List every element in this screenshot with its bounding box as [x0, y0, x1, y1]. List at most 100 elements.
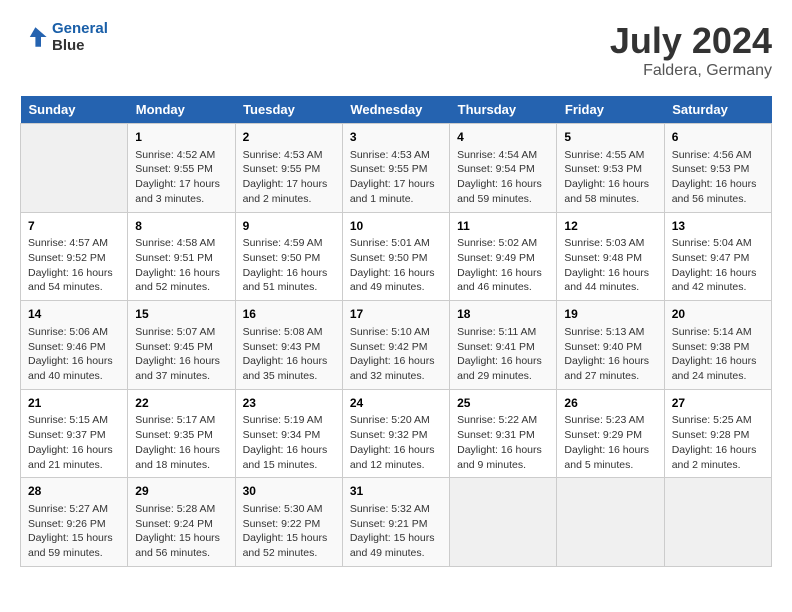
- day-info: Sunrise: 4:56 AM: [672, 148, 764, 163]
- day-info: Sunrise: 5:04 AM: [672, 236, 764, 251]
- day-info: Sunset: 9:24 PM: [135, 517, 227, 532]
- day-info: and 3 minutes.: [135, 192, 227, 207]
- calendar-cell: 14Sunrise: 5:06 AMSunset: 9:46 PMDayligh…: [21, 301, 128, 390]
- day-info: Sunset: 9:54 PM: [457, 162, 549, 177]
- day-info: and 2 minutes.: [672, 458, 764, 473]
- day-number: 6: [672, 129, 764, 146]
- day-info: Sunset: 9:51 PM: [135, 251, 227, 266]
- day-info: and 59 minutes.: [28, 546, 120, 561]
- day-number: 7: [28, 218, 120, 235]
- calendar-week-row: 14Sunrise: 5:06 AMSunset: 9:46 PMDayligh…: [21, 301, 772, 390]
- day-info: and 44 minutes.: [564, 280, 656, 295]
- day-info: Sunrise: 4:53 AM: [350, 148, 442, 163]
- day-info: Sunset: 9:48 PM: [564, 251, 656, 266]
- day-number: 20: [672, 306, 764, 323]
- day-info: Sunset: 9:55 PM: [350, 162, 442, 177]
- logo: General Blue: [20, 20, 108, 54]
- calendar-cell: 4Sunrise: 4:54 AMSunset: 9:54 PMDaylight…: [450, 124, 557, 213]
- day-info: Daylight: 16 hours: [135, 266, 227, 281]
- day-info: Sunset: 9:41 PM: [457, 340, 549, 355]
- day-info: Daylight: 16 hours: [135, 443, 227, 458]
- day-number: 29: [135, 483, 227, 500]
- calendar-cell: 9Sunrise: 4:59 AMSunset: 9:50 PMDaylight…: [235, 212, 342, 301]
- day-info: Sunrise: 4:53 AM: [243, 148, 335, 163]
- day-info: Sunset: 9:26 PM: [28, 517, 120, 532]
- logo-icon: [20, 23, 48, 51]
- calendar-cell: 5Sunrise: 4:55 AMSunset: 9:53 PMDaylight…: [557, 124, 664, 213]
- day-info: Sunrise: 5:10 AM: [350, 325, 442, 340]
- day-number: 27: [672, 395, 764, 412]
- calendar-cell: [450, 478, 557, 567]
- calendar-cell: 23Sunrise: 5:19 AMSunset: 9:34 PMDayligh…: [235, 389, 342, 478]
- day-info: Sunrise: 5:25 AM: [672, 413, 764, 428]
- day-info: Sunrise: 5:32 AM: [350, 502, 442, 517]
- day-info: Sunset: 9:50 PM: [350, 251, 442, 266]
- day-number: 8: [135, 218, 227, 235]
- day-info: Sunset: 9:28 PM: [672, 428, 764, 443]
- day-info: Sunrise: 5:23 AM: [564, 413, 656, 428]
- calendar-cell: 1Sunrise: 4:52 AMSunset: 9:55 PMDaylight…: [128, 124, 235, 213]
- day-info: Daylight: 16 hours: [564, 443, 656, 458]
- day-info: Sunset: 9:35 PM: [135, 428, 227, 443]
- day-info: Sunset: 9:46 PM: [28, 340, 120, 355]
- calendar-cell: 12Sunrise: 5:03 AMSunset: 9:48 PMDayligh…: [557, 212, 664, 301]
- day-info: Daylight: 16 hours: [243, 266, 335, 281]
- day-info: Daylight: 17 hours: [350, 177, 442, 192]
- day-number: 25: [457, 395, 549, 412]
- day-info: and 56 minutes.: [135, 546, 227, 561]
- day-info: and 24 minutes.: [672, 369, 764, 384]
- day-info: Sunrise: 5:27 AM: [28, 502, 120, 517]
- calendar-cell: 21Sunrise: 5:15 AMSunset: 9:37 PMDayligh…: [21, 389, 128, 478]
- day-number: 22: [135, 395, 227, 412]
- day-info: Daylight: 16 hours: [672, 266, 764, 281]
- calendar-week-row: 28Sunrise: 5:27 AMSunset: 9:26 PMDayligh…: [21, 478, 772, 567]
- calendar-cell: 26Sunrise: 5:23 AMSunset: 9:29 PMDayligh…: [557, 389, 664, 478]
- day-info: Sunrise: 5:13 AM: [564, 325, 656, 340]
- day-info: and 27 minutes.: [564, 369, 656, 384]
- day-number: 2: [243, 129, 335, 146]
- day-info: Sunrise: 5:01 AM: [350, 236, 442, 251]
- calendar-cell: 3 Sunrise: 4:53 AMSunset: 9:55 PMDaylight…: [342, 124, 449, 213]
- calendar-table: Sunday Monday Tuesday Wednesday Thursday…: [20, 96, 772, 567]
- day-number: 30: [243, 483, 335, 500]
- day-info: Sunset: 9:29 PM: [564, 428, 656, 443]
- day-info: Daylight: 16 hours: [243, 354, 335, 369]
- day-number: 3: [350, 129, 442, 146]
- day-info: Sunrise: 5:11 AM: [457, 325, 549, 340]
- day-info: Daylight: 17 hours: [243, 177, 335, 192]
- day-number: 9: [243, 218, 335, 235]
- day-info: Sunset: 9:22 PM: [243, 517, 335, 532]
- day-info: Sunrise: 5:22 AM: [457, 413, 549, 428]
- day-info: Sunset: 9:53 PM: [564, 162, 656, 177]
- day-info: and 40 minutes.: [28, 369, 120, 384]
- day-number: 19: [564, 306, 656, 323]
- day-info: Daylight: 16 hours: [457, 266, 549, 281]
- day-info: Daylight: 16 hours: [28, 354, 120, 369]
- day-number: 24: [350, 395, 442, 412]
- day-info: Sunset: 9:37 PM: [28, 428, 120, 443]
- day-info: Sunset: 9:55 PM: [243, 162, 335, 177]
- day-info: Sunrise: 5:02 AM: [457, 236, 549, 251]
- day-info: Sunrise: 5:30 AM: [243, 502, 335, 517]
- calendar-header-row: Sunday Monday Tuesday Wednesday Thursday…: [21, 96, 772, 124]
- calendar-cell: 11Sunrise: 5:02 AMSunset: 9:49 PMDayligh…: [450, 212, 557, 301]
- day-info: Sunset: 9:50 PM: [243, 251, 335, 266]
- day-info: Daylight: 16 hours: [564, 354, 656, 369]
- day-info: Sunset: 9:53 PM: [672, 162, 764, 177]
- calendar-cell: 18Sunrise: 5:11 AMSunset: 9:41 PMDayligh…: [450, 301, 557, 390]
- day-info: Daylight: 15 hours: [28, 531, 120, 546]
- day-info: Sunset: 9:45 PM: [135, 340, 227, 355]
- calendar-cell: [557, 478, 664, 567]
- day-number: 15: [135, 306, 227, 323]
- day-info: Daylight: 16 hours: [457, 177, 549, 192]
- day-info: and 37 minutes.: [135, 369, 227, 384]
- logo-text: General Blue: [52, 20, 108, 54]
- calendar-cell: [21, 124, 128, 213]
- day-info: Daylight: 16 hours: [672, 443, 764, 458]
- calendar-cell: [664, 478, 771, 567]
- day-info: Sunrise: 5:17 AM: [135, 413, 227, 428]
- day-number: 18: [457, 306, 549, 323]
- day-info: Sunset: 9:34 PM: [243, 428, 335, 443]
- calendar-cell: 20Sunrise: 5:14 AMSunset: 9:38 PMDayligh…: [664, 301, 771, 390]
- col-saturday: Saturday: [664, 96, 771, 124]
